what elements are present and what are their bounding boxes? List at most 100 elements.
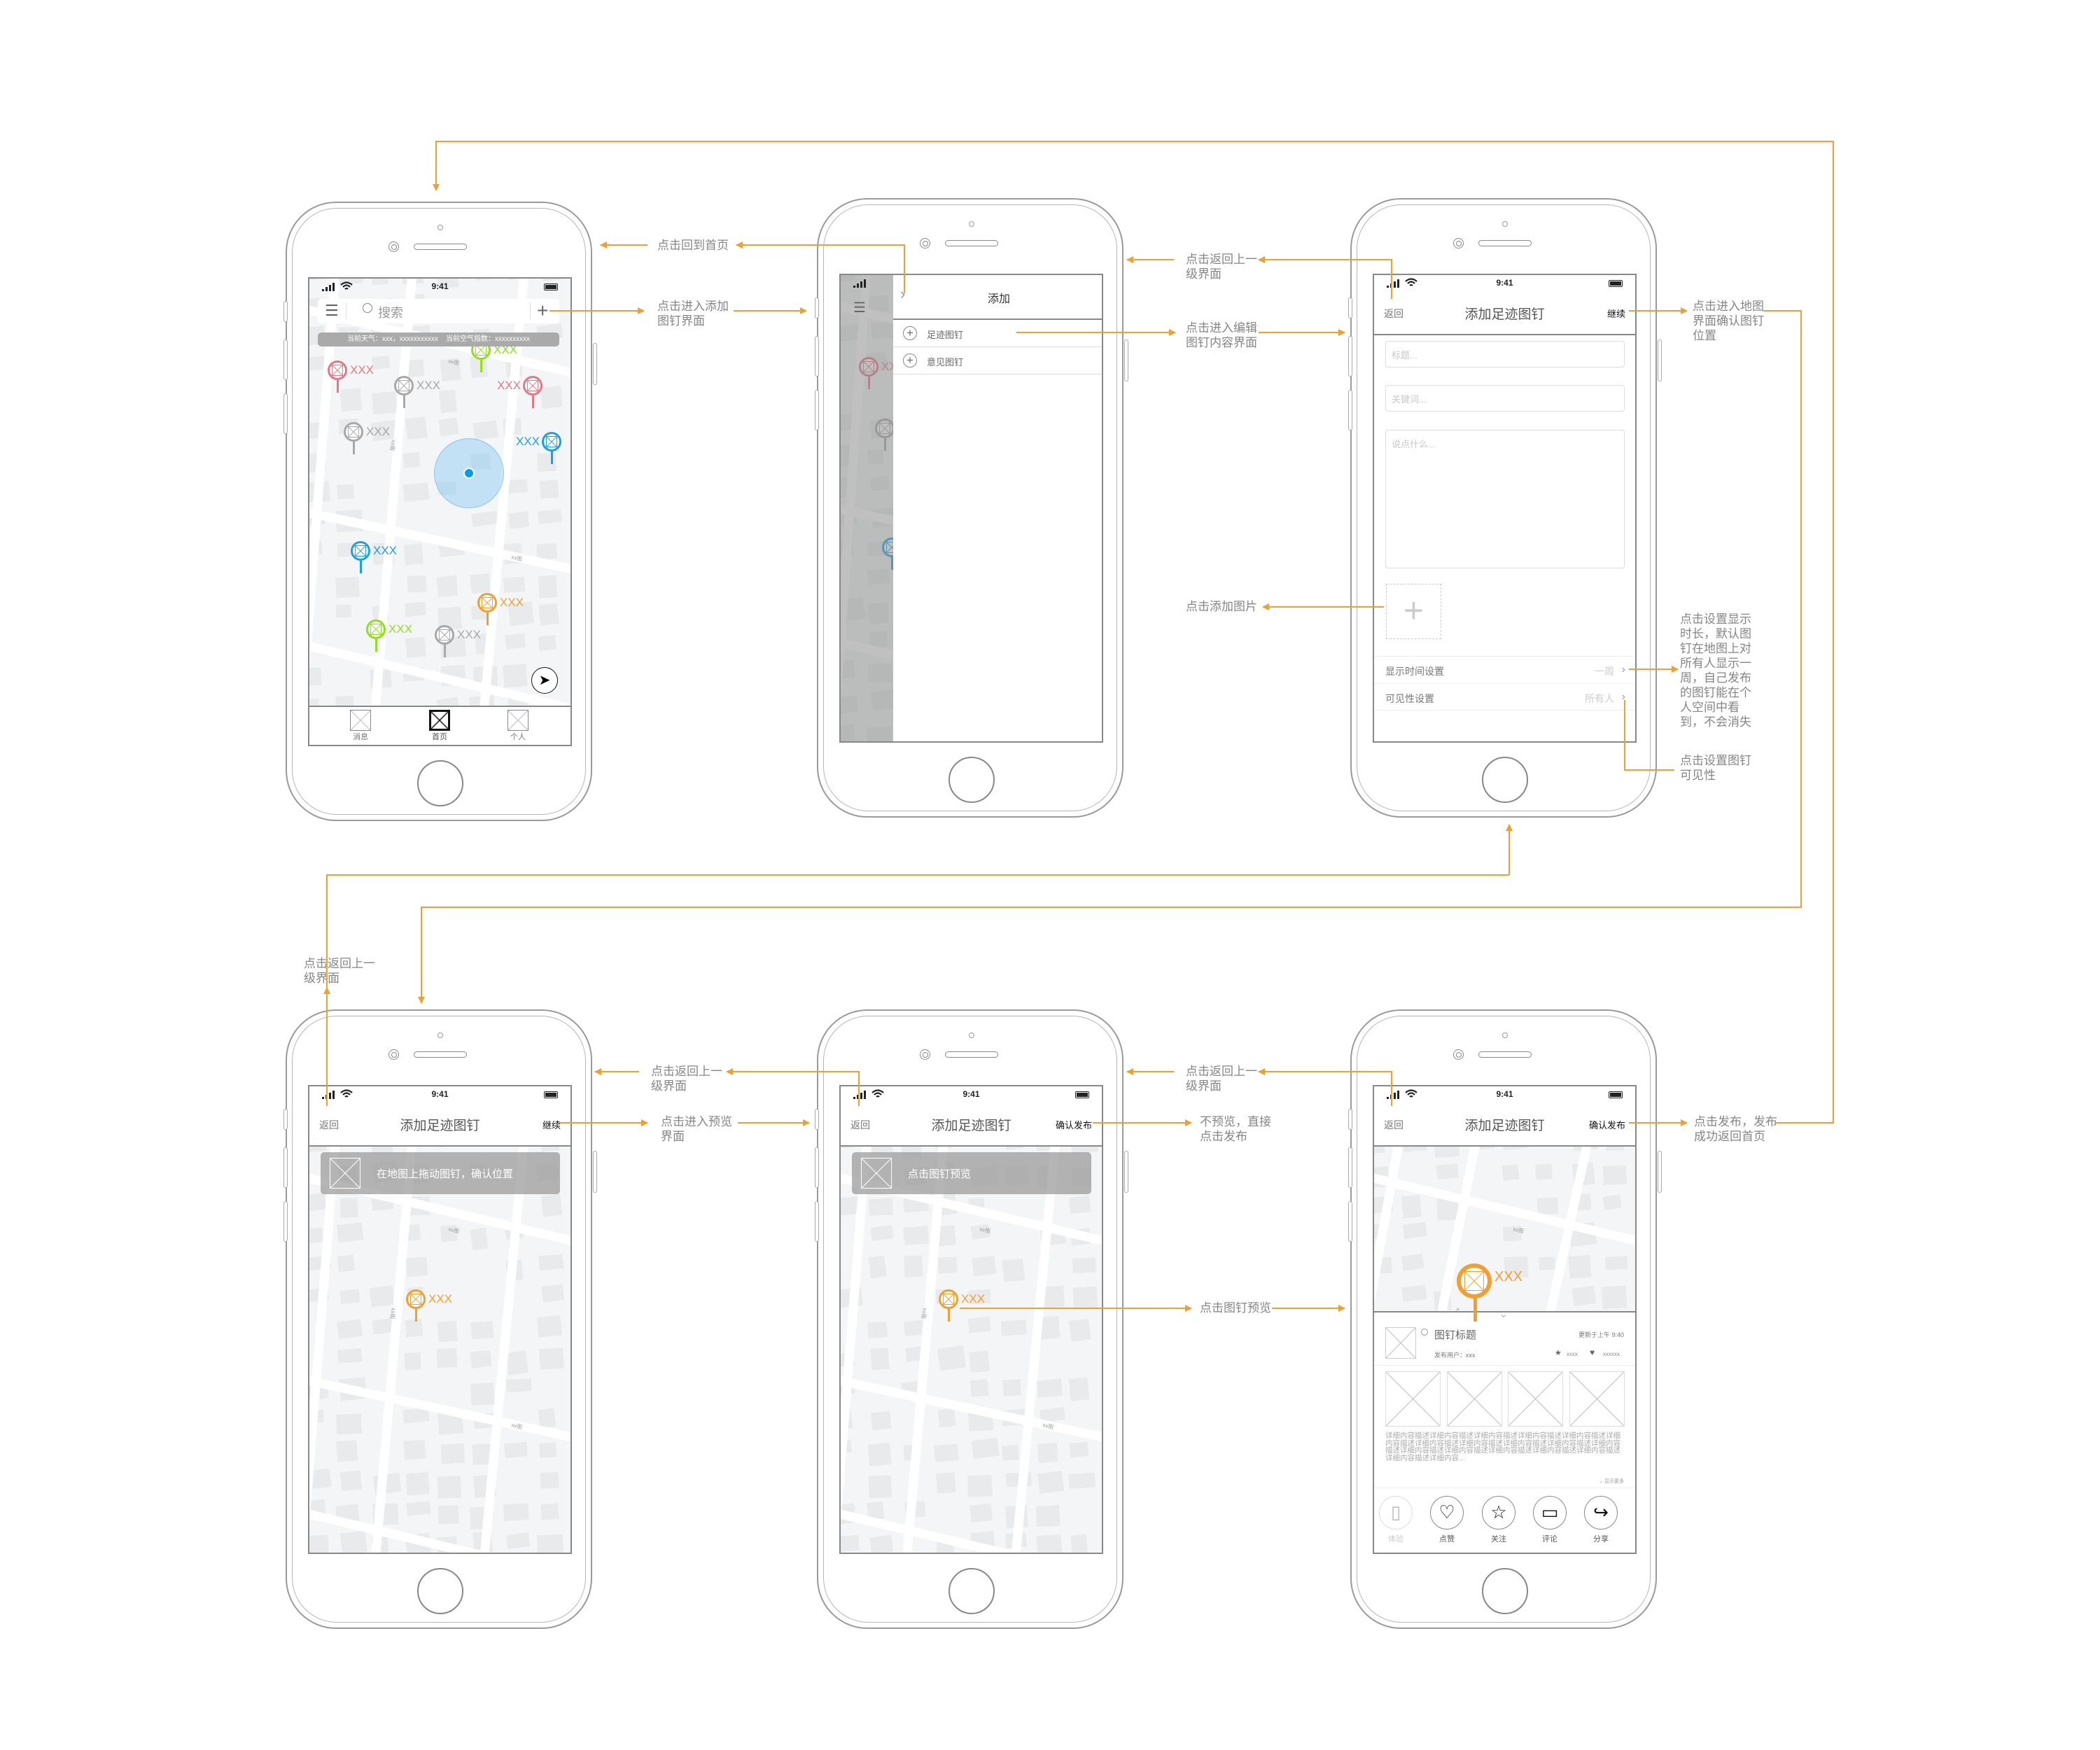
plus-circle-icon: + [903, 326, 917, 340]
gallery-image[interactable] [1508, 1371, 1563, 1427]
map-building [503, 664, 528, 688]
home-button[interactable] [948, 757, 995, 803]
add-image-button[interactable]: + [1386, 584, 1441, 639]
sensor [1502, 221, 1508, 227]
comment-button[interactable]: ▭ [1533, 1496, 1567, 1530]
front-camera [1453, 1049, 1464, 1060]
menu-icon[interactable]: ☰ [325, 302, 339, 320]
map-building [541, 1284, 565, 1303]
map-building [405, 636, 426, 658]
search-input[interactable]: 搜索 [378, 303, 403, 321]
keywords-input[interactable]: 关键词... [1385, 385, 1625, 412]
menu-item-label: 意见图钉 [927, 357, 964, 368]
map-building [1433, 1147, 1460, 1158]
pin-stem [402, 396, 405, 409]
side-button [1658, 1151, 1662, 1193]
continue-button[interactable]: 继续 [542, 1118, 561, 1131]
pin-stem [336, 380, 339, 393]
home-button[interactable] [948, 1568, 995, 1614]
map-building [841, 1147, 854, 1149]
follow-button[interactable]: ☆ [1482, 1496, 1516, 1530]
confirm-publish-button[interactable]: 确认发布 [1589, 1118, 1625, 1131]
pin-label: XXX [500, 596, 524, 610]
collapse-chevron-icon[interactable]: ⌄ [1499, 1307, 1508, 1321]
home-button[interactable] [417, 1568, 463, 1614]
show-more-button[interactable]: ⌄ 显示更多 [1599, 1478, 1624, 1485]
locate-button[interactable]: ➤ [531, 667, 558, 694]
map-building [505, 1350, 529, 1376]
tab-label: 首页 [432, 733, 447, 741]
map-building [1502, 1163, 1520, 1181]
map-building [403, 1439, 426, 1460]
map-building [1002, 1445, 1019, 1461]
map-building [436, 1348, 458, 1368]
map-building [538, 635, 556, 651]
home-button[interactable] [1482, 757, 1528, 803]
map-building [438, 389, 458, 414]
side-button [284, 1147, 288, 1188]
phone-home: xx街 xx街 xx街 9:41 ☰ 搜索 + 当前天气：xxx，xxxxxxxxx… [284, 202, 597, 821]
phone-edit: 返回 添加足迹图钉 继续 9:41 标题... 关键词... 说点什么... +… [1348, 198, 1662, 818]
setting-display-time[interactable]: 显示时间设置 一周 › [1374, 656, 1635, 683]
try-button[interactable]: ▯ [1379, 1496, 1413, 1530]
map-building [508, 511, 530, 529]
title-input[interactable]: 标题... [1385, 341, 1625, 368]
map-view[interactable]: xx街xx街xx街 [309, 1147, 570, 1553]
map-building [1037, 1470, 1065, 1494]
map-building [372, 355, 391, 370]
dim-overlay[interactable]: ☰ [841, 275, 893, 741]
map-building [1101, 1474, 1102, 1496]
add-pin-button[interactable]: + [537, 299, 548, 322]
continue-button[interactable]: 继续 [1607, 307, 1625, 320]
tab-home[interactable]: 首页 [419, 710, 461, 742]
note-publish: 点击发布，发布 成功返回首页 [1693, 1114, 1779, 1144]
pin-stem [352, 442, 355, 455]
tab-profile[interactable]: 个人 [497, 710, 539, 742]
phone-add-menu: xx街xx街xx街 ☰ › 添加 + 足迹图钉 + 意见图钉 XXX XXX X… [815, 198, 1128, 818]
menu-item-feedback-pin[interactable]: + 意见图钉 [893, 347, 1102, 374]
pin-stem [947, 1309, 950, 1322]
wifi-icon [872, 1089, 884, 1098]
side-button [593, 343, 597, 385]
map-building [1436, 1163, 1460, 1180]
updated-time: 更新于上午 9:40 [1578, 1331, 1624, 1338]
tab-messages[interactable]: 消息 [340, 710, 382, 742]
home-button[interactable] [1482, 1568, 1528, 1614]
star-icon: ★ [1555, 1349, 1562, 1357]
map-view[interactable]: xx街xx街xx街 [841, 1147, 1102, 1553]
map-building [369, 1285, 396, 1308]
share-button[interactable]: ↪ [1584, 1496, 1618, 1530]
map-view[interactable]: xx街xx街xx街 [1374, 1147, 1635, 1311]
side-button [284, 301, 288, 322]
menu-item-footprint-pin[interactable]: + 足迹图钉 [893, 320, 1102, 347]
content-textarea[interactable]: 说点什么... [1385, 430, 1625, 568]
locate-screen: xx街 xx街 xx街 返回 添加足迹图钉 继续 9:41 在地图上拖动图钉，确认位… [308, 1085, 572, 1554]
battery-icon [1075, 1091, 1089, 1098]
map-building [937, 1345, 967, 1371]
map-building [539, 1442, 557, 1459]
setting-visibility[interactable]: 可见性设置 所有人 › [1374, 683, 1635, 710]
side-button [1348, 298, 1352, 318]
map-building [335, 695, 354, 706]
map-building [867, 1443, 892, 1466]
side-button [815, 336, 819, 377]
map-building [337, 1348, 363, 1364]
map-building [538, 1408, 556, 1429]
preview-screen: xx街xx街xx街 返回 添加足迹图钉 确认发布 9:41 ⌄ 图钉标题 更新于… [1373, 1085, 1637, 1554]
image-placeholder-icon [861, 1158, 892, 1189]
speaker [1478, 240, 1532, 246]
pin-label: XXX [428, 1292, 453, 1306]
map-building [1402, 1147, 1427, 1152]
gallery-image[interactable] [1569, 1371, 1625, 1427]
action-label: 分享 [1593, 1535, 1609, 1544]
phone-preview: xx街xx街xx街 返回 添加足迹图钉 确认发布 9:41 ⌄ 图钉标题 更新于… [1348, 1009, 1662, 1629]
map-building [869, 1198, 893, 1216]
confirm-publish-button[interactable]: 确认发布 [1056, 1118, 1092, 1131]
gallery-image[interactable] [1385, 1371, 1441, 1427]
search-bar: ☰ 搜索 + [318, 299, 559, 323]
map-building [472, 420, 499, 440]
gallery-image[interactable] [1447, 1371, 1502, 1427]
like-button[interactable]: ♡ [1430, 1496, 1464, 1530]
home-button[interactable] [417, 760, 463, 806]
menu-icon: ☰ [853, 300, 866, 316]
